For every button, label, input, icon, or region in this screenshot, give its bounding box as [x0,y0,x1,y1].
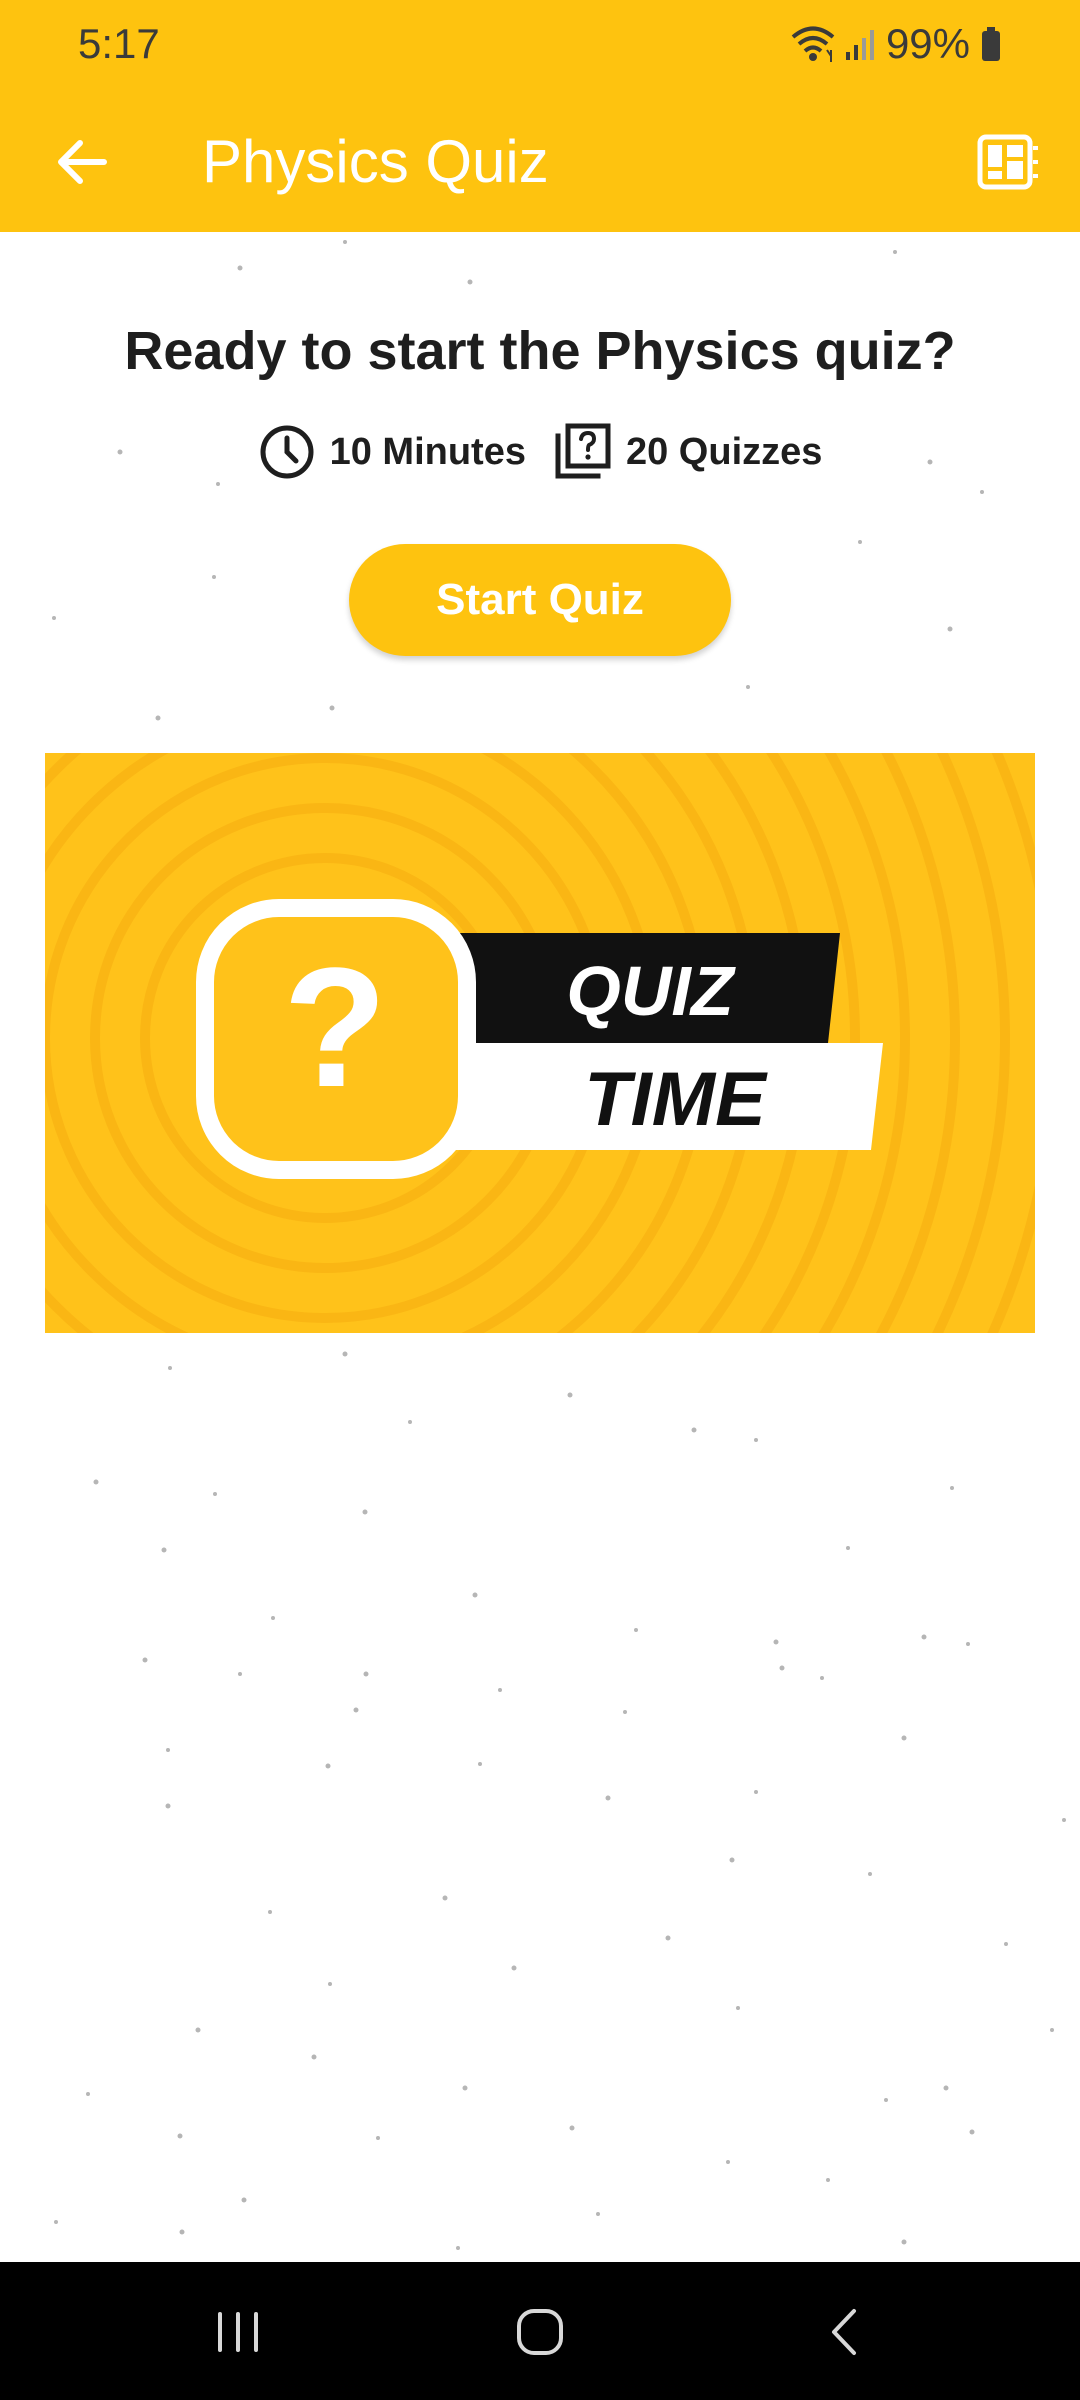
quiz-time-banner: ? QUIZ TIME [45,753,1035,1333]
dashboard-button[interactable] [970,124,1046,200]
clock-icon [260,425,314,479]
wifi-icon [791,26,835,62]
quiz-meta: 10 Minutes 20 Quizzes [0,422,1080,482]
battery-percent: 99% [885,20,970,67]
status-time: 5:17 [78,20,160,67]
question-count-info: 20 Quizzes [552,422,822,482]
page-title: Physics Quiz [202,128,549,195]
status-right: 99% [790,20,1002,68]
app-bar: Physics Quiz [0,92,1080,232]
question-mark: ? [283,933,387,1123]
arrow-left-icon [58,140,107,184]
status-icons [790,24,876,64]
quiz-heading: Ready to start the Physics quiz? [124,321,956,381]
system-nav-bar [0,2262,1080,2400]
back-icon [832,2309,856,2355]
question-count-label: 20 Quizzes [625,430,823,473]
quiz-intro-content: Ready to start the Physics quiz? 10 Minu… [0,232,1080,2262]
recent-apps-button[interactable] [198,2292,278,2372]
status-bar: 5:17 99% [0,0,1080,92]
duration-label: 10 Minutes [329,430,526,473]
dashboard-icon [977,134,1038,190]
home-icon [517,2309,563,2355]
signal-icon [845,30,874,60]
quiz-questions-icon [555,423,611,479]
recent-apps-icon [218,2312,258,2352]
home-button[interactable] [500,2292,580,2372]
banner-quiz-text: QUIZ [566,952,735,1030]
duration-info: 10 Minutes [258,423,526,481]
back-button[interactable] [44,124,120,200]
quiz-time-illustration: ? QUIZ TIME [45,753,1035,1333]
nav-back-button[interactable] [804,2292,884,2372]
start-quiz-button[interactable]: Start Quiz [349,544,731,656]
banner-time-text: TIME [584,1057,768,1142]
battery-icon [982,27,1000,61]
